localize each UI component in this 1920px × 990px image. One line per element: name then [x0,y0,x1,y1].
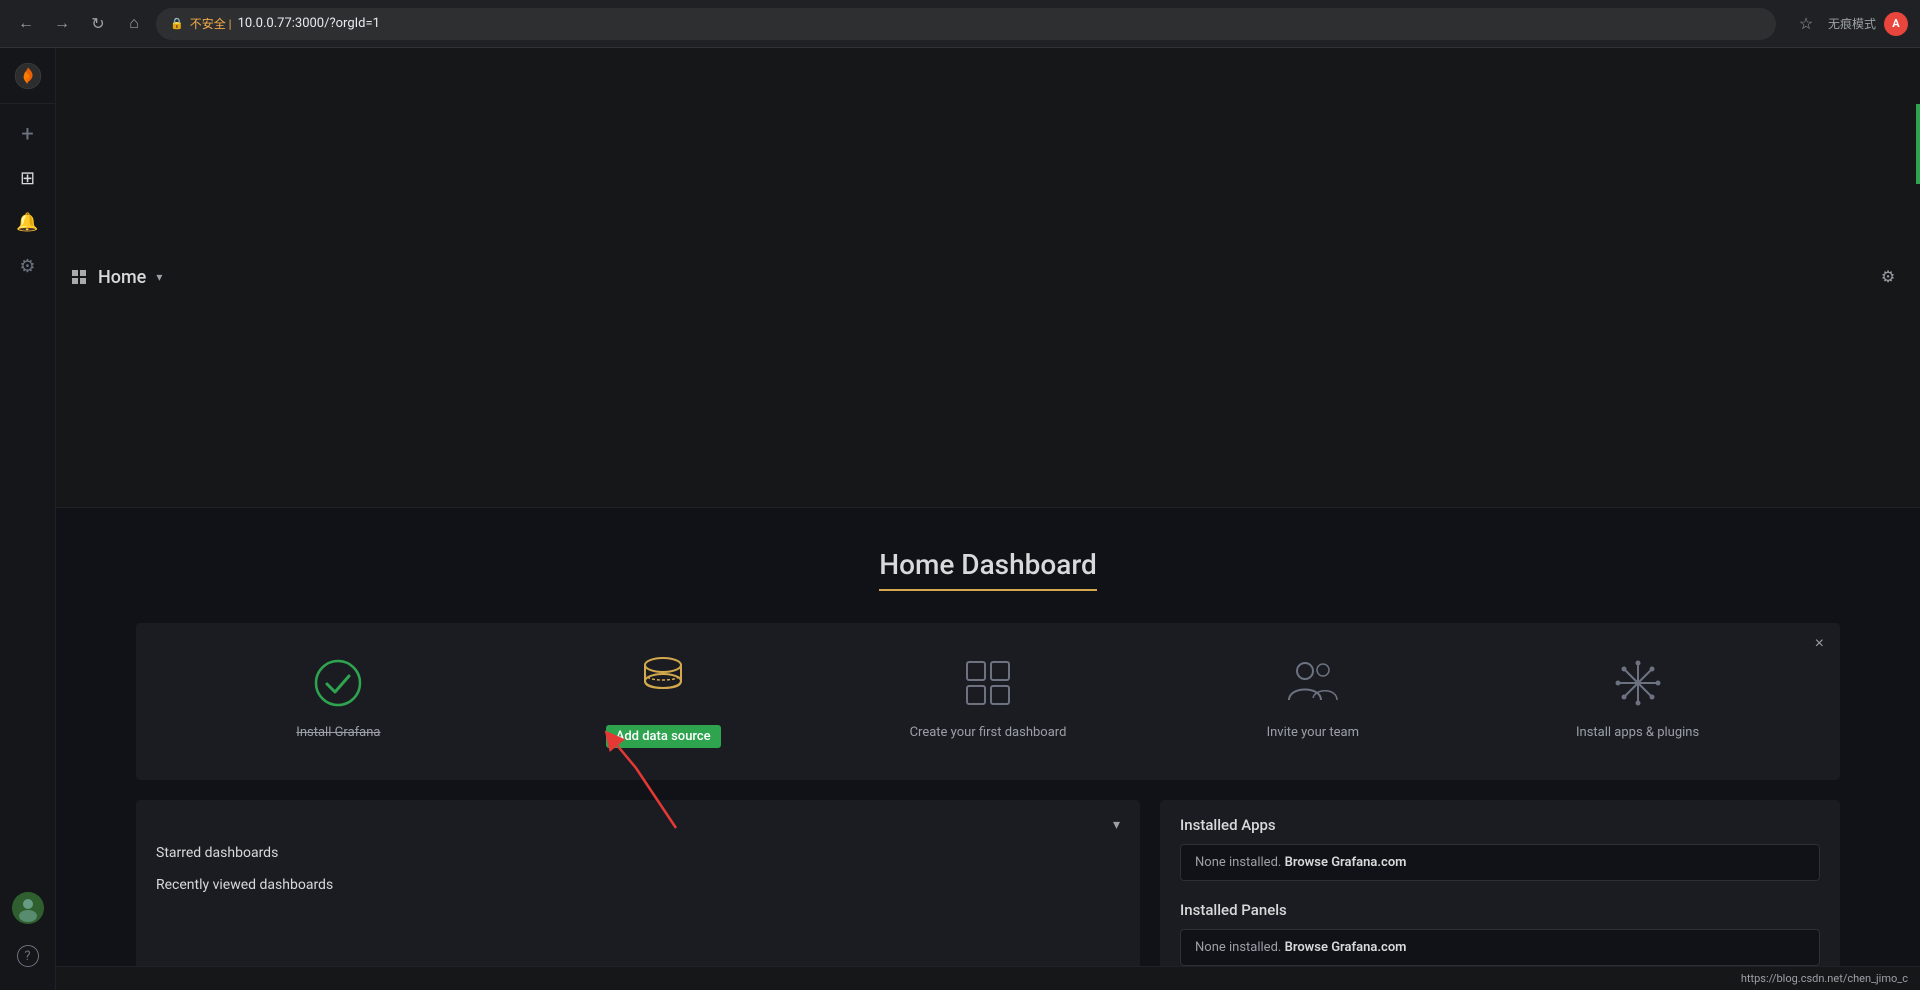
page-title: Home Dashboard [879,548,1097,591]
dashboard-settings-button[interactable]: ⚙ [1872,261,1904,293]
app-container: + ⊞ 🔔 ⚙ ? [0,48,1920,990]
installed-apps-box: None installed. Browse Grafana.com [1180,844,1820,881]
reload-button[interactable]: ↻ [84,10,112,38]
alert-icon: 🔔 [16,212,38,233]
sidebar-item-alerts[interactable]: 🔔 [0,200,56,244]
dashboard-sections: ▾ Starred dashboards Recently viewed das… [136,800,1840,967]
top-bar: Home ▾ ⚙ [56,48,1920,508]
panel-dropdown-button[interactable]: ▾ [1113,816,1120,833]
steps-row: Install Grafana [176,655,1800,748]
home-button[interactable]: ⌂ [120,10,148,38]
browse-panels-link[interactable]: Browse Grafana.com [1285,940,1407,955]
sidebar-item-help[interactable]: ? [0,934,56,978]
invite-team-label: Invite your team [1267,725,1359,740]
chevron-down-icon: ▾ [156,270,162,284]
step-install-plugins[interactable]: Install apps & plugins [1475,655,1800,740]
add-datasource-icon [635,655,691,711]
security-icon: 🔒 [170,17,184,30]
sidebar-item-add[interactable]: + [0,112,56,156]
help-icon: ? [17,945,39,967]
incognito-label: 无痕模式 [1828,15,1876,32]
installed-apps-title: Installed Apps [1180,816,1820,834]
create-dashboard-icon [960,655,1016,711]
installed-apps-section: Installed Apps None installed. Browse Gr… [1180,816,1820,881]
left-panel: ▾ Starred dashboards Recently viewed das… [136,800,1140,967]
step-add-datasource[interactable]: Add data source [501,655,826,748]
sidebar-item-settings[interactable]: ⚙ [0,244,56,288]
forward-button[interactable]: → [48,10,76,38]
dashboards-icon: ⊞ [20,168,35,189]
invite-team-icon [1285,655,1341,711]
bookmark-button[interactable]: ☆ [1792,10,1820,38]
top-bar-actions: ⚙ [1872,261,1904,293]
home-title-group[interactable]: Home ▾ [72,267,162,288]
panel-dropdown-row: ▾ [156,816,1120,833]
sidebar-item-dashboards[interactable]: ⊞ [0,156,56,200]
grid-icon [72,270,86,284]
step-create-dashboard[interactable]: Create your first dashboard [826,655,1151,740]
install-grafana-label: Install Grafana [296,725,380,740]
installed-panels-empty-text: None installed. [1195,940,1281,955]
sidebar-item-user[interactable] [0,886,56,930]
address-bar[interactable]: 🔒 不安全 | 10.0.0.77:3000/?orgId=1 [156,8,1776,40]
recent-dashboards-link[interactable]: Recently viewed dashboards [156,873,1120,897]
installed-panels-title: Installed Panels [1180,901,1820,919]
step-install-grafana[interactable]: Install Grafana [176,655,501,740]
sidebar: + ⊞ 🔔 ⚙ ? [0,48,56,990]
status-bar: https://blog.csdn.net/chen_jimo_c [56,966,1920,990]
main-content: Home Dashboard × Install Grafana [56,508,1920,967]
step-invite-team[interactable]: Invite your team [1150,655,1475,740]
url-prefix: 不安全 | [190,15,232,32]
starred-dashboards-link[interactable]: Starred dashboards [156,841,1120,865]
install-plugins-label: Install apps & plugins [1576,725,1699,740]
sidebar-bottom: ? [0,886,56,990]
add-icon: + [21,122,33,147]
user-avatar-icon [12,892,44,924]
url-text: 10.0.0.77:3000/?orgId=1 [238,16,380,31]
close-panel-button[interactable]: × [1815,635,1824,653]
add-datasource-label: Add data source [606,725,721,748]
user-avatar [12,892,44,924]
install-grafana-icon [310,655,366,711]
grafana-logo-icon [14,62,42,90]
status-url: https://blog.csdn.net/chen_jimo_c [1741,972,1908,985]
create-dashboard-label: Create your first dashboard [910,725,1067,740]
installed-panels-section: Installed Panels None installed. Browse … [1180,901,1820,966]
browser-actions: ☆ 无痕模式 A [1792,10,1908,38]
getting-started-panel: × Install Grafana [136,623,1840,780]
browse-apps-link[interactable]: Browse Grafana.com [1285,855,1407,870]
right-panel: Installed Apps None installed. Browse Gr… [1160,800,1840,967]
settings-icon: ⚙ [19,256,35,277]
installed-panels-box: None installed. Browse Grafana.com [1180,929,1820,966]
install-plugins-icon [1610,655,1666,711]
back-button[interactable]: ← [12,10,40,38]
installed-apps-empty-text: None installed. [1195,855,1281,870]
browser-chrome: ← → ↻ ⌂ 🔒 不安全 | 10.0.0.77:3000/?orgId=1 … [0,0,1920,48]
grafana-logo[interactable] [0,48,56,104]
profile-avatar[interactable]: A [1884,12,1908,36]
home-label: Home [98,267,146,288]
page-header: Home Dashboard [56,508,1920,623]
